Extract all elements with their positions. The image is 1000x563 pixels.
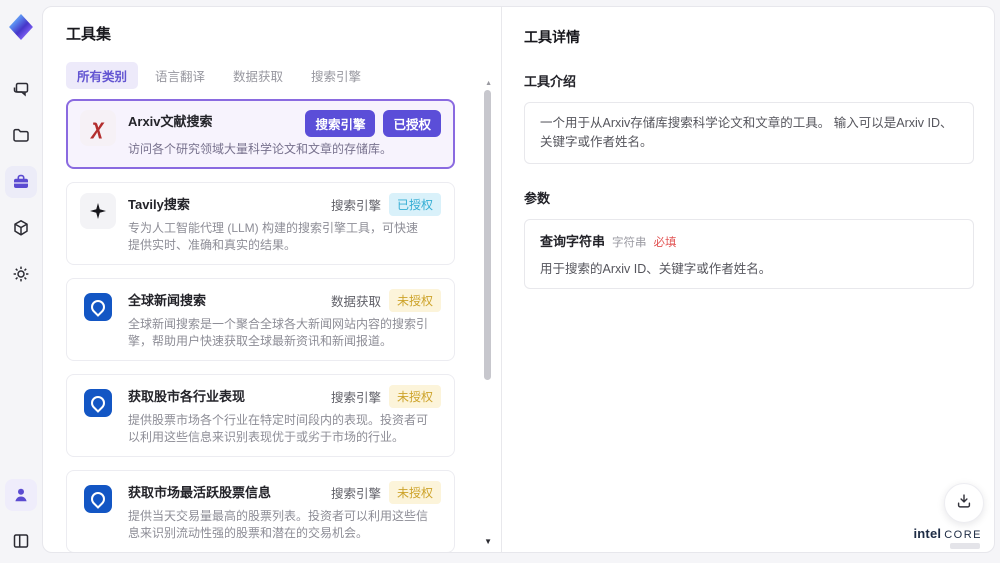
tool-icon xyxy=(80,110,116,146)
nav-toggle-sidebar[interactable] xyxy=(5,525,37,557)
tool-category-badge: 搜索引擎 xyxy=(305,110,376,137)
param-name: 查询字符串 xyxy=(540,234,606,249)
tool-icon xyxy=(80,385,116,421)
tool-description: 提供当天交易量最高的股票列表。投资者可以利用这些信息来识别流动性强的股票和潜在的… xyxy=(128,509,429,540)
tool-icon xyxy=(80,289,116,325)
tool-status-badge: 未授权 xyxy=(388,385,441,408)
tool-category-badge: 数据获取 xyxy=(330,295,381,309)
params-heading: 参数 xyxy=(524,191,551,206)
tool-name: Tavily搜索 xyxy=(128,197,190,212)
tool-card[interactable]: 全球新闻搜索 数据获取 未授权 全球新闻搜索是一个聚合全球各大新闻网站内容的搜索… xyxy=(66,278,455,361)
scrollbar-up-arrow[interactable]: ▲ xyxy=(485,80,492,87)
brand-intel: intel xyxy=(913,526,942,541)
tool-card[interactable]: Arxiv文献搜索 搜索引擎 已授权 访问各个研究领域大量科学论文和文章的存储库… xyxy=(66,99,455,169)
nav-settings[interactable] xyxy=(5,258,37,290)
nav-account[interactable] xyxy=(5,479,37,511)
tool-name: Arxiv文献搜索 xyxy=(128,114,213,129)
intro-heading: 工具介绍 xyxy=(524,74,577,89)
panels-icon xyxy=(11,531,31,551)
nav-plugins[interactable] xyxy=(5,212,37,244)
tool-icon xyxy=(80,481,116,517)
tool-status-badge: 未授权 xyxy=(388,289,441,312)
tool-list-column: 工具集 所有类别 语言翻译 数据获取 搜索引擎 Arxiv文献搜索 xyxy=(43,7,501,552)
tool-category-badge: 搜索引擎 xyxy=(330,487,381,501)
category-tab[interactable]: 搜索引擎 xyxy=(300,62,372,89)
detail-title: 工具详情 xyxy=(524,29,580,45)
scrollbar-thumb[interactable] xyxy=(484,90,491,380)
tool-card[interactable]: 获取市场最活跃股票信息 搜索引擎 未授权 提供当天交易量最高的股票列表。投资者可… xyxy=(66,470,455,552)
main-panel: 工具集 所有类别 语言翻译 数据获取 搜索引擎 Arxiv文献搜索 xyxy=(42,6,995,553)
tool-card[interactable]: Tavily搜索 搜索引擎 已授权 专为人工智能代理 (LLM) 构建的搜索引擎… xyxy=(66,182,455,265)
briefcase-icon xyxy=(11,172,31,192)
intro-box: 一个用于从Arxiv存储库搜索科学论文和文章的工具。 输入可以是Arxiv ID… xyxy=(524,102,974,164)
tool-name: 获取市场最活跃股票信息 xyxy=(128,485,272,500)
app-logo xyxy=(9,14,33,40)
param-type: 字符串 xyxy=(612,237,647,249)
param-description: 用于搜索的Arxiv ID、关键字或作者姓名。 xyxy=(540,262,772,276)
gear-icon xyxy=(11,264,31,284)
tool-status-badge: 已授权 xyxy=(388,193,441,216)
param-required-flag: 必填 xyxy=(653,237,677,249)
brand-core: CORE xyxy=(944,529,982,541)
brand-ultra-mark xyxy=(950,543,980,549)
download-button[interactable] xyxy=(944,483,984,523)
cube-icon xyxy=(11,218,31,238)
intro-text: 一个用于从Arxiv存储库搜索科学论文和文章的工具。 输入可以是Arxiv ID… xyxy=(540,116,953,149)
scrollbar-down-arrow[interactable]: ▼ xyxy=(484,537,492,546)
nav-chat[interactable] xyxy=(5,74,37,106)
left-rail xyxy=(0,0,42,563)
page-title: 工具集 xyxy=(66,26,112,43)
category-tab[interactable]: 数据获取 xyxy=(222,62,294,89)
tool-description: 提供股票市场各个行业在特定时间段内的表现。投资者可以利用这些信息来识别表现优于或… xyxy=(128,413,429,444)
download-icon xyxy=(955,492,973,515)
tool-status-badge: 已授权 xyxy=(383,110,441,137)
tool-card[interactable]: 获取股市各行业表现 搜索引擎 未授权 提供股票市场各个行业在特定时间段内的表现。… xyxy=(66,374,455,457)
tool-name: 全球新闻搜索 xyxy=(128,293,207,308)
nav-files[interactable] xyxy=(5,120,37,152)
category-tab[interactable]: 所有类别 xyxy=(66,62,139,89)
tool-description: 专为人工智能代理 (LLM) 构建的搜索引擎工具，可快速提供实时、准确和真实的结… xyxy=(128,221,419,252)
tool-category-badge: 搜索引擎 xyxy=(330,391,381,405)
category-tabs: 所有类别 语言翻译 数据获取 搜索引擎 xyxy=(66,62,501,89)
chat-icon xyxy=(11,80,31,100)
category-tab[interactable]: 语言翻译 xyxy=(144,62,216,89)
tool-status-badge: 未授权 xyxy=(388,481,441,504)
tool-description: 访问各个研究领域大量科学论文和文章的存储库。 xyxy=(128,142,393,156)
folder-icon xyxy=(11,126,31,146)
tool-detail-panel: 工具详情 工具介绍 一个用于从Arxiv存储库搜索科学论文和文章的工具。 输入可… xyxy=(501,7,994,552)
nav-tools[interactable] xyxy=(5,166,37,198)
tool-name: 获取股市各行业表现 xyxy=(128,389,246,404)
param-box: 查询字符串 字符串 必填 用于搜索的Arxiv ID、关键字或作者姓名。 xyxy=(524,219,974,289)
user-icon xyxy=(11,485,31,505)
intel-core-logo: intel CORE xyxy=(913,526,982,549)
tool-category-badge: 搜索引擎 xyxy=(330,199,381,213)
tool-icon xyxy=(80,193,116,229)
tool-list: Arxiv文献搜索 搜索引擎 已授权 访问各个研究领域大量科学论文和文章的存储库… xyxy=(66,99,501,552)
tool-description: 全球新闻搜索是一个聚合全球各大新闻网站内容的搜索引擎，帮助用户快速获取全球最新资… xyxy=(128,317,429,348)
